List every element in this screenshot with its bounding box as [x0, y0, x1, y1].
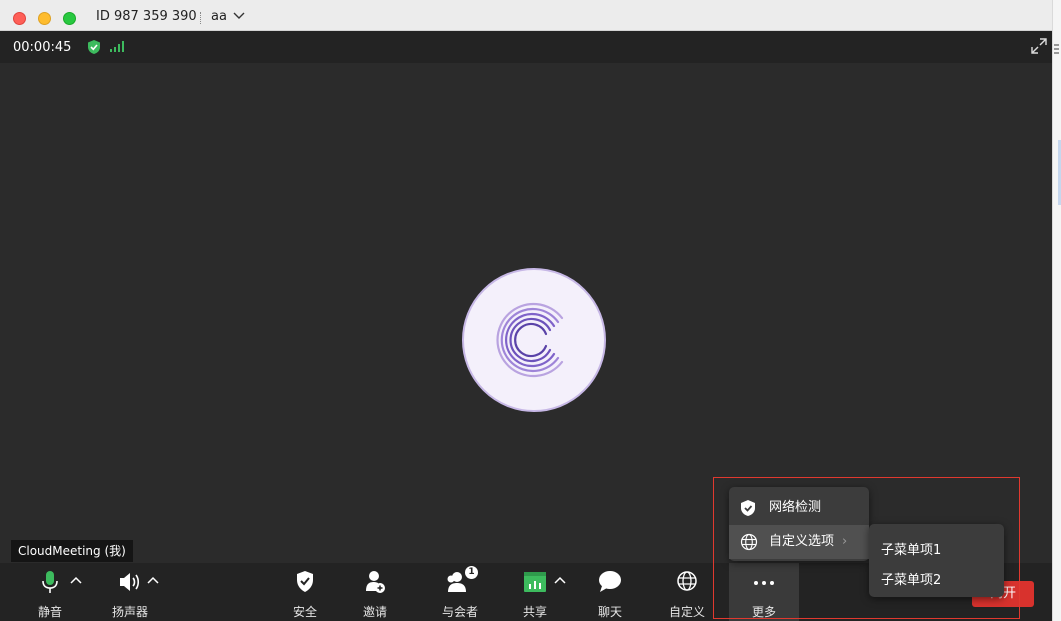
share-screen-icon: [524, 572, 546, 592]
highlight-box: [713, 477, 1020, 619]
app-logo-icon: [496, 302, 564, 378]
custom-button[interactable]: 自定义: [667, 563, 707, 621]
speaker-button[interactable]: 扬声器: [105, 563, 155, 621]
meeting-id[interactable]: ID 987 359 390: [96, 9, 197, 24]
speaker-options-chevron-icon[interactable]: [147, 575, 159, 585]
share-label: 共享: [522, 605, 547, 619]
mute-button[interactable]: 静音: [30, 563, 70, 621]
title-bar: ID 987 359 390 aa: [0, 0, 1052, 31]
minimize-window-button[interactable]: [38, 12, 51, 25]
user-name[interactable]: aa: [211, 9, 227, 24]
network-signal-icon[interactable]: [109, 41, 125, 53]
title-separator: [200, 12, 201, 24]
shield-check-icon[interactable]: [87, 39, 101, 55]
mute-options-chevron-icon[interactable]: [70, 575, 82, 585]
chevron-down-icon[interactable]: [233, 11, 245, 21]
edge-menu-mark: [1054, 44, 1059, 46]
status-bar: 00:00:45: [0, 31, 1052, 63]
zoom-window-button[interactable]: [63, 12, 76, 25]
globe-icon: [677, 571, 697, 591]
avatar: [462, 268, 606, 412]
edge-menu-mark: [1054, 48, 1059, 50]
participants-label: 与会者: [441, 605, 478, 619]
share-button[interactable]: 共享: [515, 563, 555, 621]
invite-button[interactable]: 邀请: [355, 563, 395, 621]
chat-label: 聊天: [597, 605, 622, 619]
chat-button[interactable]: 聊天: [590, 563, 630, 621]
close-window-button[interactable]: [13, 12, 26, 25]
participants-button[interactable]: 1 与会者: [435, 563, 485, 621]
security-button[interactable]: 安全: [285, 563, 325, 621]
custom-label: 自定义: [668, 605, 705, 619]
share-options-chevron-icon[interactable]: [554, 575, 566, 585]
shield-check-icon: [297, 571, 313, 592]
mute-label: 静音: [37, 605, 62, 619]
security-label: 安全: [292, 605, 317, 619]
meeting-window: ID 987 359 390 aa 00:00:45 CloudMeeting …: [0, 0, 1052, 621]
edge-menu-mark: [1054, 52, 1059, 54]
chat-bubble-icon: [599, 571, 621, 592]
speaker-label: 扬声器: [111, 605, 148, 619]
add-user-icon: [366, 571, 385, 593]
microphone-icon: [42, 571, 58, 593]
window-edge: [1052, 0, 1061, 621]
fullscreen-icon[interactable]: [1030, 37, 1048, 55]
participant-name-tag: CloudMeeting (我): [11, 540, 133, 562]
participants-count-badge: 1: [465, 566, 478, 579]
invite-label: 邀请: [362, 605, 387, 619]
meeting-timer: 00:00:45: [13, 40, 72, 55]
